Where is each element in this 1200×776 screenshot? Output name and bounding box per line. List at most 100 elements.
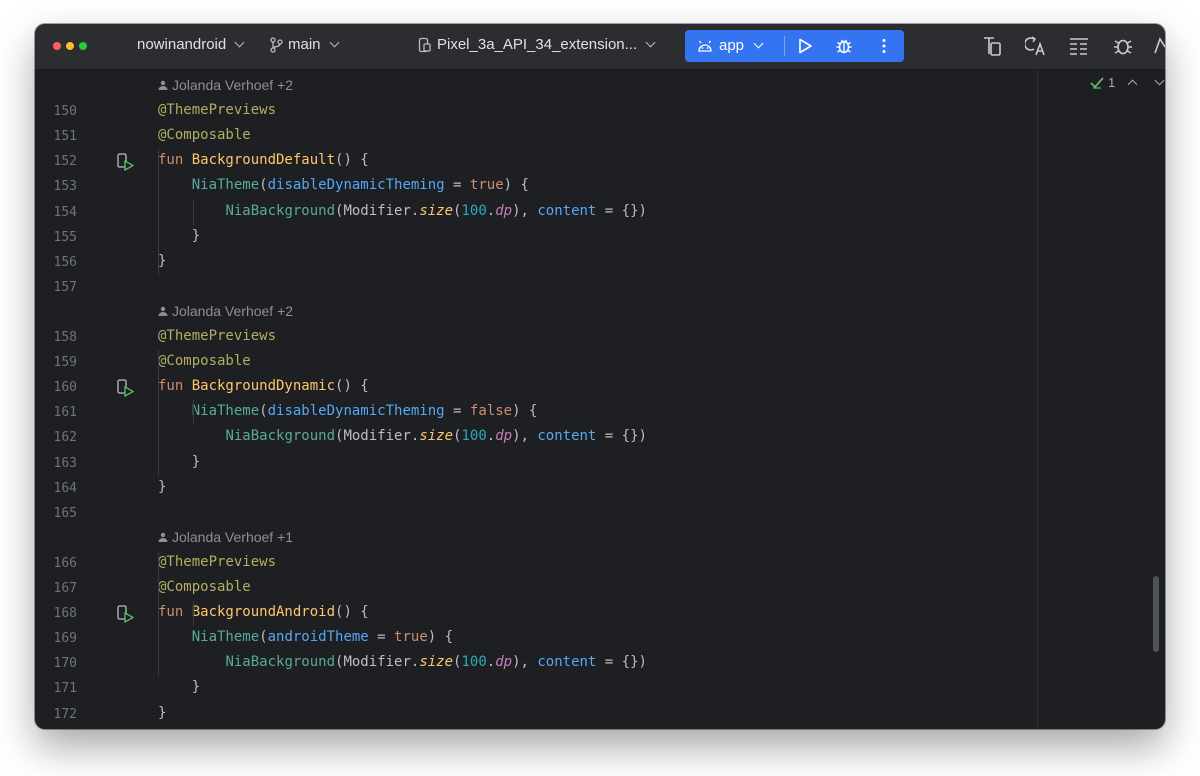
code-author-inlay[interactable]: Jolanda Verhoef +2: [158, 77, 293, 93]
bug-icon[interactable]: [1112, 35, 1134, 57]
code-token: (Modifier.: [335, 654, 420, 671]
code-token: androidTheme: [267, 629, 369, 646]
code-line: }: [158, 679, 200, 695]
code-token: ) {: [512, 403, 538, 420]
code-token: }: [158, 679, 201, 696]
code-line: }: [158, 479, 166, 495]
inspection-widget[interactable]: 1: [1090, 75, 1165, 90]
line-number: 156: [53, 254, 77, 270]
code-line: }: [158, 705, 166, 721]
run-configuration-selector[interactable]: app: [697, 37, 764, 54]
run-icon[interactable]: [796, 37, 814, 55]
vertical-scrollbar[interactable]: [1153, 576, 1159, 652]
code-line: @Composable: [158, 353, 251, 369]
code-line: }: [158, 253, 166, 269]
code-line: }: [158, 454, 200, 470]
chevron-down-icon: [329, 37, 339, 48]
code-line: @ThemePreviews: [158, 328, 276, 344]
author-label: Jolanda Verhoef +2: [172, 77, 294, 93]
code-token: ) {: [503, 177, 529, 194]
git-branch-icon: [270, 36, 283, 53]
inspection-count: 1: [1108, 75, 1116, 90]
divider: [784, 36, 785, 56]
code-token: NiaTheme: [191, 177, 260, 194]
code-token: .: [486, 428, 496, 445]
code-token: ),: [512, 202, 538, 219]
code-token: = {}): [596, 202, 647, 219]
line-number: 151: [53, 129, 77, 145]
line-number: 165: [53, 505, 77, 521]
run-preview-icon[interactable]: [116, 604, 136, 624]
code-token: NiaBackground: [225, 428, 336, 445]
code-token: (Modifier.: [335, 428, 420, 445]
code-token: size: [419, 654, 454, 671]
zoom-window-button[interactable]: [79, 42, 87, 50]
chevron-down-icon[interactable]: [1154, 75, 1165, 86]
line-number: 171: [53, 681, 77, 697]
line-number: 164: [53, 480, 77, 496]
close-window-button[interactable]: [53, 42, 61, 50]
code-token: ) {: [427, 629, 454, 646]
code-token: NiaBackground: [225, 202, 336, 219]
code-token: content: [537, 654, 597, 671]
code-token: true: [394, 629, 428, 646]
code-token: .: [486, 202, 496, 219]
minimize-window-button[interactable]: [66, 42, 74, 50]
indent-guide: [193, 400, 194, 426]
run-preview-icon[interactable]: [116, 378, 136, 398]
code-token: }: [158, 704, 167, 721]
code-line: fun BackgroundDefault() {: [158, 152, 369, 168]
line-number: 160: [53, 380, 77, 396]
indent-guide: [158, 149, 159, 275]
chevron-up-icon[interactable]: [1127, 79, 1138, 90]
line-number: 152: [53, 154, 77, 170]
title-bar: nowinandroid main Pixel_3a_API_34_extens…: [35, 24, 1165, 70]
device-selector[interactable]: Pixel_3a_API_34_extension...: [418, 36, 656, 53]
code-token: () {: [335, 152, 369, 169]
line-number: 159: [53, 355, 77, 371]
chevron-down-icon: [234, 37, 245, 48]
code-line: @ThemePreviews: [158, 554, 276, 570]
project-selector[interactable]: nowinandroid: [137, 36, 245, 53]
code-token: NiaTheme: [191, 629, 260, 646]
branch-name: main: [288, 36, 321, 53]
code-token: fun: [158, 378, 192, 395]
code-token: }: [158, 252, 167, 269]
debug-icon[interactable]: [835, 37, 853, 55]
code-author-inlay[interactable]: Jolanda Verhoef +1: [158, 529, 293, 545]
line-number: 157: [53, 279, 77, 295]
project-name: nowinandroid: [137, 36, 227, 53]
translate-icon[interactable]: [1025, 35, 1047, 57]
code-line: fun BackgroundAndroid() {: [158, 604, 369, 620]
code-token: }: [158, 478, 167, 495]
code-author-inlay[interactable]: Jolanda Verhoef +2: [158, 303, 293, 319]
more-icon[interactable]: [875, 37, 893, 55]
code-token: () {: [335, 378, 369, 395]
code-token: true: [469, 177, 504, 194]
line-number: 169: [53, 631, 77, 647]
code-token: disableDynamicTheming: [267, 403, 445, 420]
branch-selector[interactable]: main: [269, 36, 339, 53]
code-token: =: [444, 403, 470, 420]
code-token: NiaTheme: [191, 403, 260, 420]
indent-guide: [193, 199, 194, 225]
code-structure-icon[interactable]: [1068, 35, 1090, 57]
code-token: .: [486, 654, 496, 671]
device-manager-icon[interactable]: [981, 35, 1003, 57]
run-preview-icon[interactable]: [116, 152, 136, 172]
code-token: (: [259, 403, 268, 420]
line-number: 153: [53, 179, 77, 195]
code-token: BackgroundDefault: [191, 152, 336, 169]
code-token: ),: [512, 654, 538, 671]
code-line: NiaTheme(disableDynamicTheming = true) {: [158, 177, 529, 193]
device-icon: [418, 37, 431, 52]
author-label: Jolanda Verhoef +2: [172, 302, 294, 319]
code-token: ),: [512, 428, 538, 445]
code-editor[interactable]: 1 Jolanda Verhoef +2 150 @ThemePreviews 151…: [35, 70, 1165, 729]
profile-icon[interactable]: [1152, 35, 1165, 57]
code-token: () {: [335, 604, 369, 621]
code-token: BackgroundAndroid: [191, 604, 336, 621]
